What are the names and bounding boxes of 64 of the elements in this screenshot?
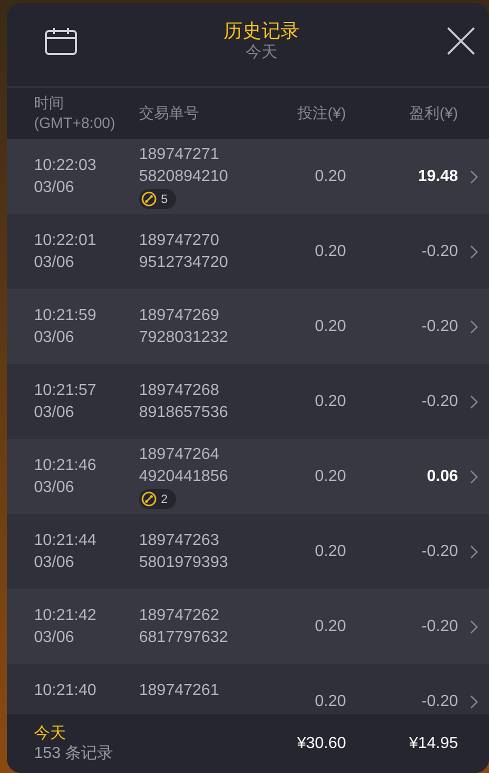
chevron-icon [470, 544, 478, 558]
record-row[interactable]: 10:21:42 03/06 189747262 6817797632 0.20 -0.20 [7, 589, 489, 664]
record-row[interactable]: 10:22:03 03/06 189747271 5820894210 5 0.20 19.48 [7, 139, 489, 214]
profit-cell-text: -0.20 [420, 242, 458, 260]
profit-cell-text: 0.06 [426, 468, 458, 486]
stake-cell-text: 0.20 [314, 242, 346, 260]
order-number: 189747271 5820894210 [139, 145, 228, 187]
total-stake: ¥30.60 [296, 734, 346, 752]
profit-cell-text: -0.20 [420, 542, 458, 560]
order-number: 189747264 4920441856 [139, 445, 228, 487]
order-number: 189747262 6817797632 [139, 606, 228, 648]
profit-cell-text: -0.20 [420, 392, 458, 410]
record-row[interactable]: 10:22:01 03/06 189747270 9512734720 0.20 -0.20 [7, 214, 489, 289]
total-profit: ¥14.95 [408, 734, 458, 752]
count-badge: 2 [139, 489, 176, 509]
link-icon [141, 491, 157, 507]
order-number: 189747263 5801979393 [139, 530, 228, 572]
window-title: 历史记录 [224, 20, 300, 42]
column-header: 交易单号 [139, 104, 200, 124]
stake-cell-text: 0.20 [314, 542, 346, 560]
order-number: 189747261 [139, 680, 220, 700]
column-header: 盈利(¥) [408, 104, 458, 124]
period-label: 今天 [34, 724, 67, 744]
count-badge: 5 [139, 189, 176, 209]
profit-cell-text: 19.48 [416, 168, 458, 186]
period-subtitle: 今天 [246, 42, 278, 62]
stake-cell-text: 0.20 [314, 392, 346, 410]
record-row[interactable]: 10:21:46 03/06 189747264 4920441856 2 0.20 0.06 [7, 439, 489, 514]
time-cell-text: 10:21:46 03/06 [34, 456, 98, 498]
time-cell-text: 10:22:01 03/06 [34, 230, 98, 272]
record-row[interactable]: 10:21:59 03/06 189747269 7928031232 0.20 -0.20 [7, 289, 489, 364]
profit-cell-text: -0.20 [420, 318, 458, 336]
record-row[interactable]: 10:21:40 189747261 0.20 -0.20 [7, 664, 489, 714]
record-row[interactable]: 10:21:57 03/06 189747268 8918657536 0.20 -0.20 [7, 364, 489, 439]
stake-cell-text: 0.20 [314, 618, 346, 636]
chevron-icon [470, 394, 478, 408]
link-icon [141, 191, 157, 207]
column-header: 时间 (GMT+8:00) [34, 94, 116, 134]
stake-cell-text: 0.20 [314, 168, 346, 186]
record-row[interactable]: 10:21:44 03/06 189747263 5801979393 0.20 -0.20 [7, 514, 489, 589]
chevron-icon [470, 694, 478, 708]
profit-cell-text: -0.20 [420, 692, 458, 710]
close-icon[interactable] [446, 26, 476, 56]
chevron-icon [470, 244, 478, 258]
time-cell-text: 10:21:57 03/06 [34, 380, 98, 422]
time-cell-text: 10:21:42 03/06 [34, 606, 98, 648]
time-cell-text: 10:22:03 03/06 [34, 156, 98, 198]
calendar-icon[interactable] [45, 26, 77, 54]
order-number: 189747268 8918657536 [139, 380, 228, 422]
chevron-icon [470, 470, 478, 484]
chevron-icon [470, 320, 478, 334]
order-number: 189747270 9512734720 [139, 230, 228, 272]
record-count: 153 条记录 [34, 744, 114, 764]
chevron-icon [470, 620, 478, 634]
stake-cell-text: 0.20 [314, 318, 346, 336]
time-cell-text: 10:21:44 03/06 [34, 530, 98, 572]
profit-cell-text: -0.20 [420, 618, 458, 636]
stake-cell-text: 0.20 [314, 692, 346, 710]
order-number: 189747269 7928031232 [139, 306, 228, 348]
stake-cell-text: 0.20 [314, 468, 346, 486]
time-cell-text: 10:21:59 03/06 [34, 306, 98, 348]
column-header: 投注(¥) [296, 104, 346, 124]
time-cell-text: 10:21:40 [34, 680, 98, 700]
chevron-icon [470, 170, 478, 184]
